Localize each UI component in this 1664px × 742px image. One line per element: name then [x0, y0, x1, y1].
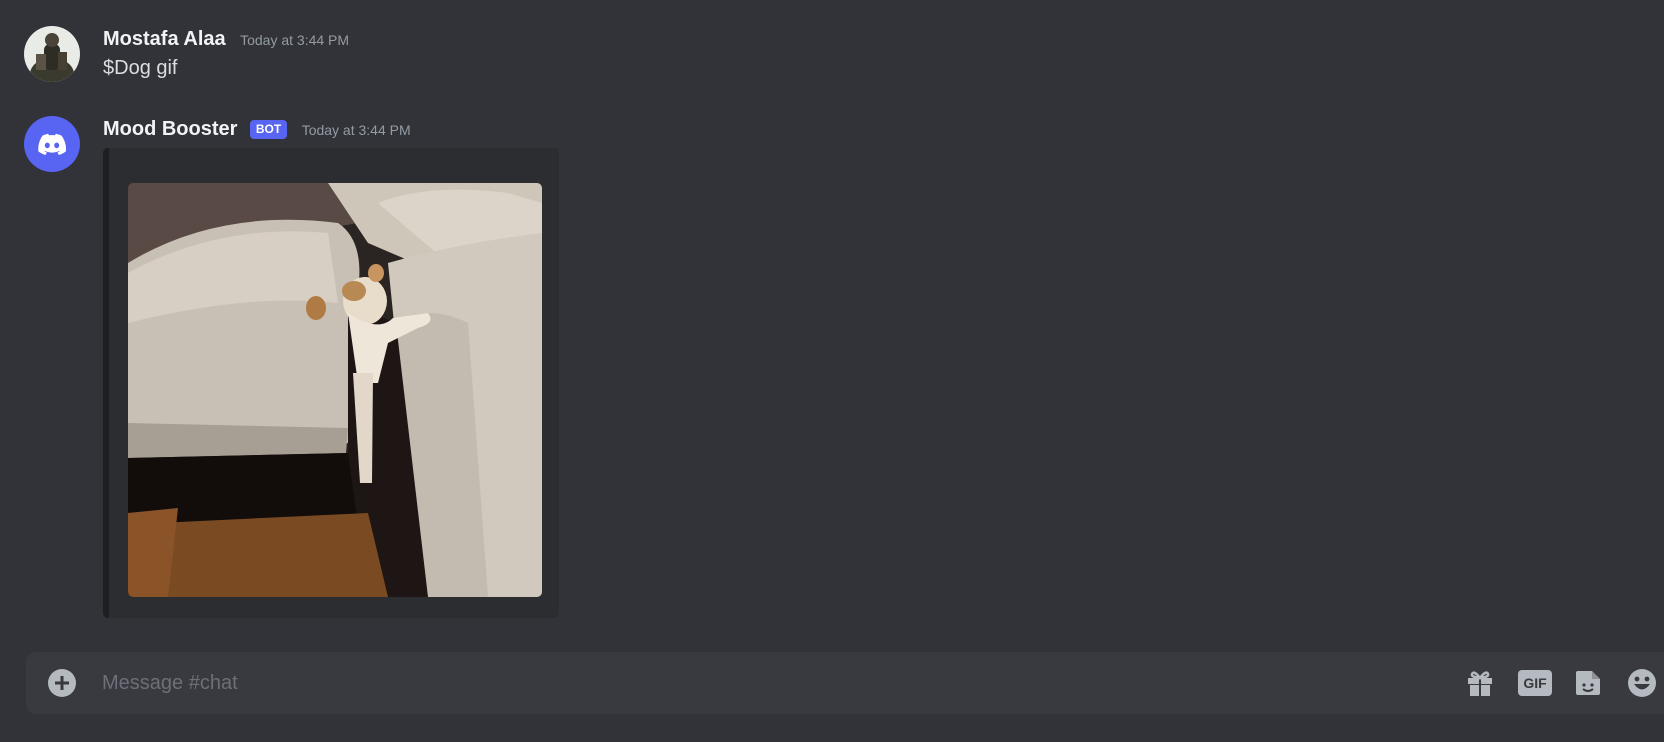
message-author[interactable]: Mostafa Alaa	[103, 28, 226, 50]
gif-icon[interactable]: GIF	[1518, 667, 1552, 699]
message-author[interactable]: Mood Booster	[103, 118, 237, 140]
bot-badge: BOT	[249, 120, 288, 139]
message-composer: GIF	[26, 652, 1664, 714]
gif-label: GIF	[1518, 670, 1552, 696]
bot-avatar[interactable]	[24, 116, 80, 172]
message-embed	[103, 148, 559, 618]
add-attachment-icon[interactable]	[48, 669, 76, 697]
chat-area: Mostafa Alaa Today at 3:44 PM $Dog gif M…	[0, 0, 1664, 742]
emoji-icon[interactable]	[1626, 667, 1658, 699]
message-input[interactable]	[102, 662, 1402, 704]
gift-icon[interactable]	[1464, 667, 1496, 699]
sticker-icon[interactable]	[1572, 667, 1604, 699]
message-timestamp: Today at 3:44 PM	[240, 31, 350, 48]
dog-gif-image[interactable]	[128, 183, 542, 597]
message-timestamp: Today at 3:44 PM	[301, 121, 411, 138]
discord-logo-icon	[24, 116, 80, 172]
message-content: $Dog gif	[103, 57, 178, 79]
user-avatar[interactable]	[24, 26, 80, 82]
